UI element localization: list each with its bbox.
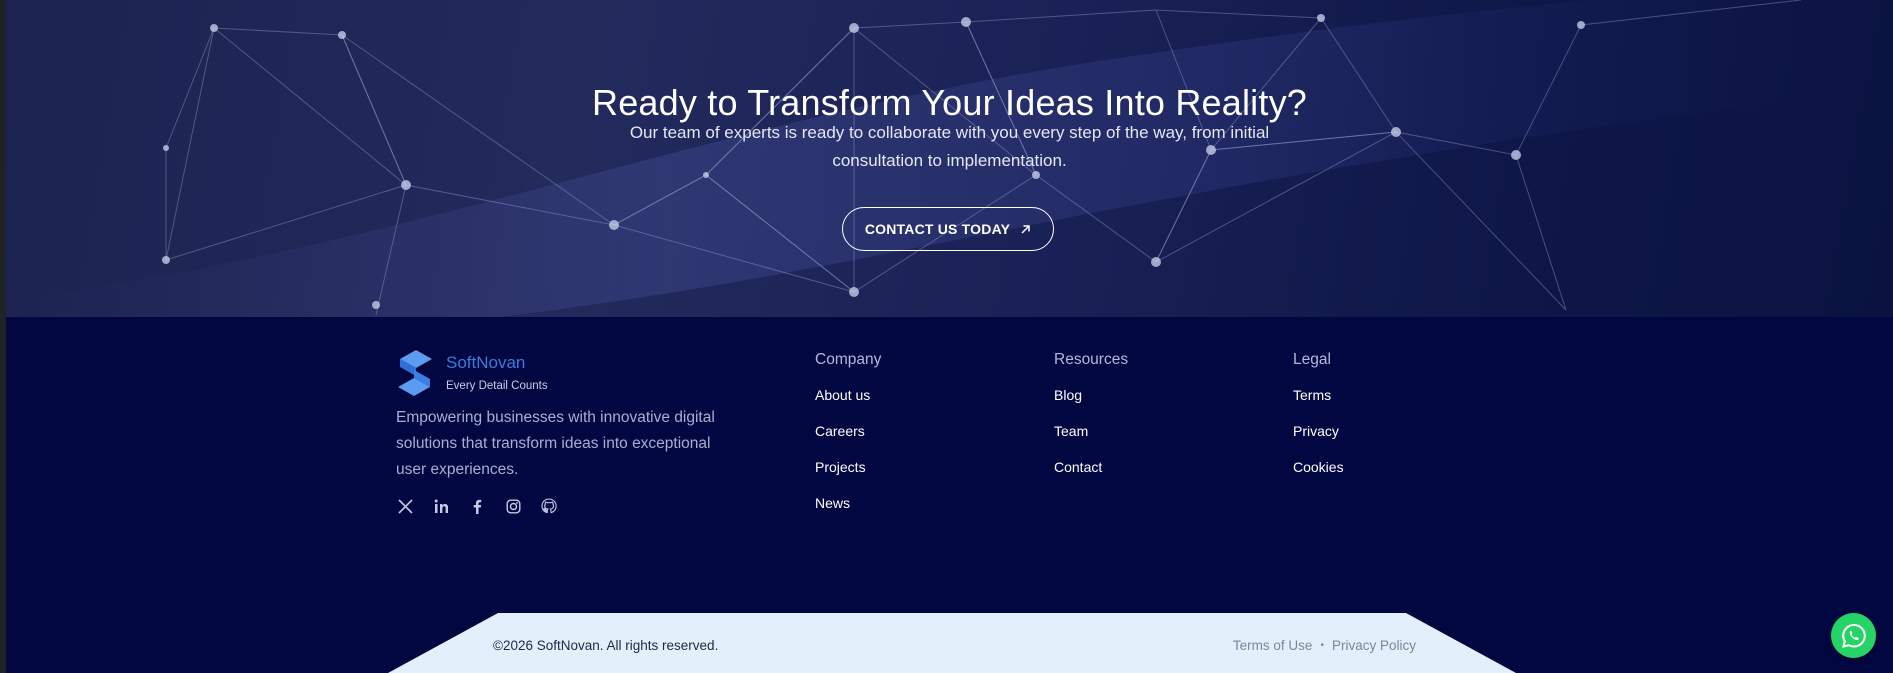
footer-column-company: Company About us Careers Projects News — [815, 351, 881, 529]
footer-column-legal: Legal Terms Privacy Cookies — [1293, 351, 1344, 493]
linkedin-icon[interactable] — [432, 497, 450, 515]
whatsapp-chat-button[interactable] — [1831, 613, 1876, 658]
column-title: Company — [815, 351, 882, 368]
copyright-text: ©2026 SoftNovan. All rights reserved. — [493, 638, 719, 653]
facebook-icon[interactable] — [468, 497, 486, 515]
brand-name: SoftNovan — [446, 353, 526, 372]
instagram-icon[interactable] — [504, 497, 522, 515]
footer-bottom-bar: ©2026 SoftNovan. All rights reserved. Te… — [388, 613, 1516, 673]
footer-link-contact[interactable]: Contact — [1054, 457, 1128, 493]
column-title: Resources — [1054, 351, 1129, 368]
bottom-legal-links: Terms of Use • Privacy Policy — [1233, 638, 1416, 653]
window-frame-left — [0, 0, 6, 673]
softnovan-logo-icon — [398, 350, 432, 396]
footer-link-privacy[interactable]: Privacy — [1293, 421, 1344, 457]
footer-link-projects[interactable]: Projects — [815, 457, 881, 493]
footer-link-careers[interactable]: Careers — [815, 421, 881, 457]
cta-subtitle: Our team of experts is ready to collabor… — [629, 123, 1270, 170]
column-title: Legal — [1293, 351, 1331, 368]
privacy-policy-link[interactable]: Privacy Policy — [1332, 638, 1416, 653]
footer-link-team[interactable]: Team — [1054, 421, 1128, 457]
footer-column-resources: Resources Blog Team Contact — [1054, 351, 1128, 493]
x-icon[interactable] — [396, 497, 414, 515]
site-footer: SoftNovan Every Detail Counts Empowering… — [6, 317, 1893, 673]
footer-link-news[interactable]: News — [815, 493, 881, 529]
footer-link-blog[interactable]: Blog — [1054, 385, 1128, 421]
contact-us-button[interactable]: CONTACT US TODAY — [842, 207, 1054, 251]
arrow-up-right-icon — [1020, 224, 1031, 235]
footer-link-about-us[interactable]: About us — [815, 385, 881, 421]
brand-block[interactable]: SoftNovan Every Detail Counts — [394, 348, 548, 398]
brand-tagline: Every Detail Counts — [446, 380, 548, 392]
github-icon[interactable] — [540, 497, 558, 515]
social-links — [396, 497, 558, 515]
cta-section: Ready to Transform Your Ideas Into Reali… — [6, 0, 1893, 317]
footer-link-terms[interactable]: Terms — [1293, 385, 1344, 421]
brand-description: Empowering businesses with innovative di… — [396, 409, 715, 478]
terms-of-use-link[interactable]: Terms of Use — [1233, 638, 1313, 653]
contact-us-label: CONTACT US TODAY — [864, 221, 1011, 237]
footer-link-cookies[interactable]: Cookies — [1293, 457, 1344, 493]
whatsapp-icon — [1841, 623, 1866, 648]
separator-dot: • — [1320, 640, 1324, 651]
cta-title: Ready to Transform Your Ideas Into Reali… — [592, 82, 1307, 124]
